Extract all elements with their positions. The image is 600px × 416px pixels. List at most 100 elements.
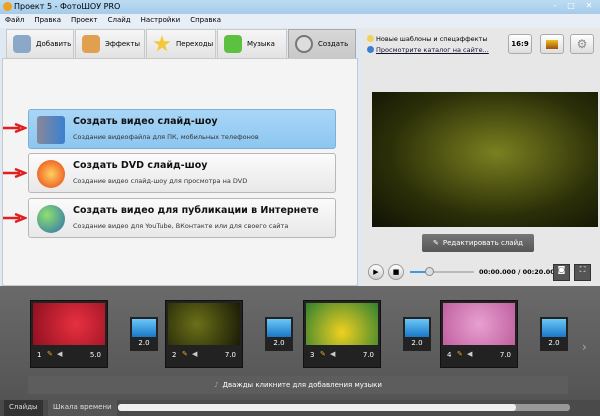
scroll-right-icon[interactable]: › [582,340,587,354]
option-title: Создать видео для публикации в Интернете [73,205,319,216]
fullscreen-icon: ⛶ [579,265,586,274]
edit-slide-label: Редактировать слайд [442,239,523,247]
sound-icon[interactable]: ◀ [330,350,335,358]
settings-button[interactable]: ⚙ [570,34,594,54]
transition-duration: 2.0 [273,339,285,347]
catalog-link[interactable]: Просмотрите каталог на сайте... [376,46,489,54]
pencil-icon: ✎ [433,239,439,247]
slide-thumbnail[interactable]: 4 ✎ ◀ 7.0 [440,300,518,368]
app-icon [3,2,12,11]
edit-pencil-icon[interactable]: ✎ [320,350,326,358]
option-subtitle: Создание видеофайла для ПК, мобильных те… [73,133,259,141]
menu-file[interactable]: Файл [0,14,29,26]
arrow-icon [3,213,27,223]
slide-number: 2 [172,351,177,359]
menu-slide[interactable]: Слайд [103,14,136,26]
seek-slider[interactable] [410,267,474,276]
option-title: Создать DVD слайд-шоу [73,160,208,171]
slide-number: 4 [447,351,452,359]
transition-thumbnail[interactable]: 2.0 [403,317,431,351]
tab-add[interactable]: Добавить [6,29,74,58]
tab-create[interactable]: Создать [288,29,356,58]
menu-project[interactable]: Проект [66,14,103,26]
menu-settings[interactable]: Настройки [136,14,186,26]
window-title: Проект 5 - ФотоШОУ PRO [14,2,121,11]
arrow-icon [3,123,27,133]
close-button[interactable]: ✕ [582,1,596,11]
gear-icon: ⚙ [576,37,588,51]
slide-caption: 4 ✎ ◀ 7.0 [443,347,515,365]
slide-thumbnail[interactable]: 1 ✎ ◀ 5.0 [30,300,108,368]
arrow-icon [3,168,27,178]
minimize-button[interactable]: – [548,1,562,11]
music-add-icon: ♪ [214,381,219,389]
maximize-button[interactable]: □ [564,1,578,11]
play-button[interactable]: ▶ [368,264,384,280]
menu-edit[interactable]: Правка [29,14,66,26]
slide-duration: 5.0 [89,351,101,359]
music-track[interactable]: ♪ Дважды кликните для добавления музыки [28,376,568,394]
transition-thumbnail[interactable]: 2.0 [130,317,158,351]
edit-pencil-icon[interactable]: ✎ [182,350,188,358]
transition-image [132,319,156,337]
slide-thumbnail[interactable]: 2 ✎ ◀ 7.0 [165,300,243,368]
add-photo-icon [13,35,31,53]
horizontal-scrollbar[interactable] [118,404,570,411]
background-button[interactable] [540,34,564,54]
time-readout: 00:00.000 / 00:20.000 [479,268,560,276]
title-bar: Проект 5 - ФотоШОУ PRO – □ ✕ [0,0,600,14]
slide-image [306,303,378,345]
stop-icon: ■ [392,268,400,276]
slide-image [168,303,240,345]
tab-label: Эффекты [105,40,140,48]
option-subtitle: Создание видео слайд-шоу для просмотра н… [73,177,248,185]
slide-image [443,303,515,345]
menu-help[interactable]: Справка [185,14,226,26]
fullscreen-button[interactable]: ⛶ [574,264,591,281]
snapshot-button[interactable]: ◙ [553,264,570,281]
slide-number: 1 [37,351,42,359]
film-reel-icon [295,35,313,53]
transition-duration: 2.0 [548,339,560,347]
create-web-video-button[interactable]: Создать видео для публикации в Интернете… [28,198,336,238]
create-video-button[interactable]: Создать видео слайд-шоу Создание видеофа… [28,109,336,149]
slide-caption: 3 ✎ ◀ 7.0 [306,347,378,365]
tab-slides[interactable]: Слайды [4,400,43,416]
create-dvd-button[interactable]: Создать DVD слайд-шоу Создание видео сла… [28,153,336,193]
sound-icon[interactable]: ◀ [192,350,197,358]
music-note-icon [224,35,242,53]
tab-music[interactable]: Музыка [217,29,287,58]
tab-transitions[interactable]: Переходы [146,29,216,58]
stop-button[interactable]: ■ [388,264,404,280]
video-file-icon [37,116,65,144]
option-subtitle: Создание видео для YouTube, ВКонтакте ил… [73,222,289,230]
scrollbar-thumb[interactable] [118,404,516,411]
transition-image [542,319,566,337]
transition-image [405,319,429,337]
globe-icon [367,46,374,53]
sound-icon[interactable]: ◀ [57,350,62,358]
slide-image [33,303,105,345]
slide-caption: 1 ✎ ◀ 5.0 [33,347,105,365]
slide-caption: 2 ✎ ◀ 7.0 [168,347,240,365]
slide-duration: 7.0 [362,351,374,359]
sound-icon[interactable]: ◀ [467,350,472,358]
option-title: Создать видео слайд-шоу [73,116,218,127]
templates-link[interactable]: Новые шаблоны и спецэффекты [376,35,487,43]
transition-duration: 2.0 [138,339,150,347]
edit-pencil-icon[interactable]: ✎ [47,350,53,358]
star-icon [367,35,374,42]
tab-label: Добавить [36,40,72,48]
edit-slide-button[interactable]: ✎ Редактировать слайд [422,234,534,252]
tab-timeline[interactable]: Шкала времени [48,400,117,416]
tab-effects[interactable]: Эффекты [75,29,145,58]
transition-thumbnail[interactable]: 2.0 [265,317,293,351]
dvd-disc-icon [37,160,65,188]
camera-icon: ◙ [557,265,566,274]
slide-thumbnail[interactable]: 3 ✎ ◀ 7.0 [303,300,381,368]
menu-bar: Файл Правка Проект Слайд Настройки Справка [0,14,600,28]
music-hint: Дважды кликните для добавления музыки [222,381,382,389]
transition-thumbnail[interactable]: 2.0 [540,317,568,351]
aspect-ratio-button[interactable]: 16:9 [508,34,532,54]
edit-pencil-icon[interactable]: ✎ [457,350,463,358]
